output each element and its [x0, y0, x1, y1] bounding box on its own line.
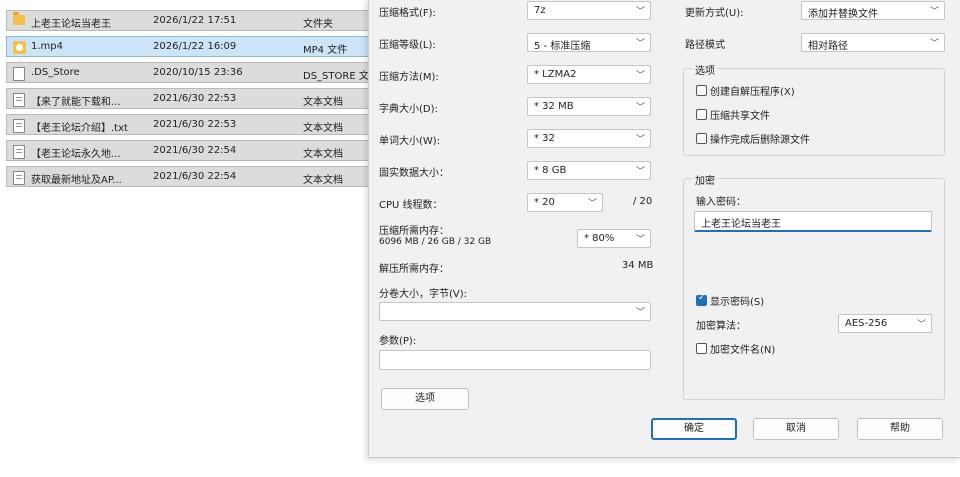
file-row[interactable]: 上老王论坛当老王 2026/1/22 17:51 文件夹 [6, 10, 372, 31]
chevron-down-icon: ﹀ [916, 320, 926, 330]
chevron-down-icon: ﹀ [635, 103, 645, 113]
password-label: 输入密码： [696, 197, 746, 208]
options-button[interactable]: 选项 [381, 388, 469, 410]
chevron-down-icon: ﹀ [635, 308, 645, 318]
options-group: 选项 创建自解压程序(X) 压缩共享文件 操作完成后删除源文件 [683, 62, 945, 156]
doc-file-icon [13, 171, 25, 185]
path-mode-label: 路径模式 [685, 40, 725, 51]
help-button[interactable]: 帮助 [857, 418, 943, 440]
checkbox-box [696, 343, 707, 354]
doc-file-icon [13, 93, 25, 107]
chevron-down-icon: ﹀ [635, 7, 645, 17]
add-to-archive-dialog: 压缩格式(F): 7z ﹀ 压缩等级(L): 5 - 标准压缩 ﹀ 压缩方法(M):… [368, 0, 960, 458]
file-row[interactable]: 【老王论坛永久地... 2021/6/30 22:54 文本文档 [6, 140, 372, 161]
file-type: 文本文档 [303, 123, 343, 134]
split-label: 分卷大小，字节(V): [379, 289, 468, 300]
delete-after-checkbox[interactable]: 操作完成后删除源文件 [696, 131, 810, 146]
folder-file-icon [13, 12, 25, 25]
threads-select[interactable]: * 20 ﹀ [527, 193, 603, 212]
encryption-method-select[interactable]: AES-256 ﹀ [838, 314, 932, 333]
mp4-file-icon [13, 41, 26, 54]
threads-label: CPU 线程数： [379, 200, 443, 211]
chevron-down-icon: ﹀ [635, 71, 645, 81]
method-label: 压缩方法(M): [379, 72, 439, 83]
ok-button[interactable]: 确定 [651, 418, 737, 440]
file-row[interactable]: 1.mp4 2026/1/22 16:09 MP4 文件 [6, 36, 372, 57]
encryption-group: 加密 输入密码： 上老王论坛当老王 显示密码(S) 加密算法： AES-256﹀… [683, 172, 945, 400]
cancel-button[interactable]: 取消 [753, 418, 839, 440]
file-name: 【老王论坛永久地... [31, 149, 121, 160]
params-label: 参数(P): [379, 336, 417, 347]
chevron-down-icon: ﹀ [929, 39, 939, 49]
update-mode-select[interactable]: 添加并替换文件 ﹀ [801, 1, 945, 20]
file-type: MP4 文件 [303, 45, 348, 56]
options-group-title: 选项 [692, 62, 718, 77]
file-name: 上老王论坛当老王 [31, 19, 111, 30]
file-type: 文本文档 [303, 175, 343, 186]
mem-compress-detail: 6096 MB / 26 GB / 32 GB [379, 237, 492, 247]
checkbox-box [696, 85, 707, 96]
chevron-down-icon: ﹀ [635, 235, 645, 245]
threads-max: / 20 [633, 196, 653, 207]
dict-label: 字典大小(D): [379, 104, 438, 115]
file-type: DS_STORE 文件 [303, 71, 373, 82]
file-date: 2020/10/15 23:36 [153, 67, 243, 78]
password-input[interactable]: 上老王论坛当老王 [694, 211, 932, 232]
checkbox-box [696, 293, 707, 306]
update-mode-label: 更新方式(U): [685, 8, 744, 19]
file-row[interactable]: 获取最新地址及AP... 2021/6/30 22:54 文本文档 [6, 166, 372, 187]
encryption-method-label: 加密算法： [696, 321, 746, 332]
level-select[interactable]: 5 - 标准压缩 ﹀ [527, 33, 651, 52]
word-label: 单词大小(W): [379, 136, 441, 147]
encrypt-names-checkbox[interactable]: 加密文件名(N) [696, 341, 775, 356]
solid-select[interactable]: * 8 GB ﹀ [527, 161, 651, 180]
mem-compress-select[interactable]: * 80% ﹀ [577, 229, 651, 248]
solid-label: 固实数据大小： [379, 168, 449, 179]
file-name: 【老王论坛介绍】.txt [31, 123, 128, 134]
file-name: 【来了就能下载和... [31, 97, 121, 108]
shared-files-checkbox[interactable]: 压缩共享文件 [696, 107, 770, 122]
show-password-checkbox[interactable]: 显示密码(S) [696, 293, 764, 308]
mem-compress-label: 压缩所需内存： [379, 226, 449, 237]
file-row[interactable]: 【老王论坛介绍】.txt 2021/6/30 22:53 文本文档 [6, 114, 372, 135]
format-select[interactable]: 7z ﹀ [527, 1, 651, 20]
mem-decompress-label: 解压所需内存： [379, 264, 449, 275]
chevron-down-icon: ﹀ [635, 167, 645, 177]
doc-file-icon [13, 145, 25, 159]
level-label: 压缩等级(L): [379, 40, 436, 51]
blank-file-icon [13, 67, 25, 81]
chevron-down-icon: ﹀ [635, 39, 645, 49]
file-date: 2026/1/22 16:09 [153, 41, 237, 52]
file-date: 2021/6/30 22:53 [153, 93, 237, 104]
file-row[interactable]: 【来了就能下载和... 2021/6/30 22:53 文本文档 [6, 88, 372, 109]
file-list: 上老王论坛当老王 2026/1/22 17:51 文件夹 1.mp4 2026/1/22… [0, 0, 373, 477]
path-mode-select[interactable]: 相对路径 ﹀ [801, 33, 945, 52]
dict-select[interactable]: * 32 MB ﹀ [527, 97, 651, 116]
encryption-group-title: 加密 [692, 172, 718, 187]
file-name: 1.mp4 [31, 41, 63, 52]
file-type: 文件夹 [303, 19, 333, 30]
file-name: .DS_Store [31, 67, 80, 78]
doc-file-icon [13, 119, 25, 133]
checkbox-box [696, 109, 707, 120]
file-date: 2021/6/30 22:54 [153, 171, 237, 182]
file-date: 2021/6/30 22:53 [153, 119, 237, 130]
sfx-checkbox[interactable]: 创建自解压程序(X) [696, 83, 795, 98]
file-row[interactable]: .DS_Store 2020/10/15 23:36 DS_STORE 文件 [6, 62, 373, 83]
params-input[interactable] [379, 350, 651, 370]
split-select[interactable]: ﹀ [379, 302, 651, 321]
method-select[interactable]: * LZMA2 ﹀ [527, 65, 651, 84]
file-type: 文本文档 [303, 149, 343, 160]
checkbox-box [696, 133, 707, 144]
mem-decompress-value: 34 MB [622, 260, 654, 271]
file-name: 获取最新地址及AP... [31, 175, 122, 186]
file-date: 2021/6/30 22:54 [153, 145, 237, 156]
format-label: 压缩格式(F): [379, 8, 436, 19]
chevron-down-icon: ﹀ [587, 199, 597, 209]
file-type: 文本文档 [303, 97, 343, 108]
file-date: 2026/1/22 17:51 [153, 15, 237, 26]
chevron-down-icon: ﹀ [929, 7, 939, 17]
chevron-down-icon: ﹀ [635, 135, 645, 145]
word-select[interactable]: * 32 ﹀ [527, 129, 651, 148]
